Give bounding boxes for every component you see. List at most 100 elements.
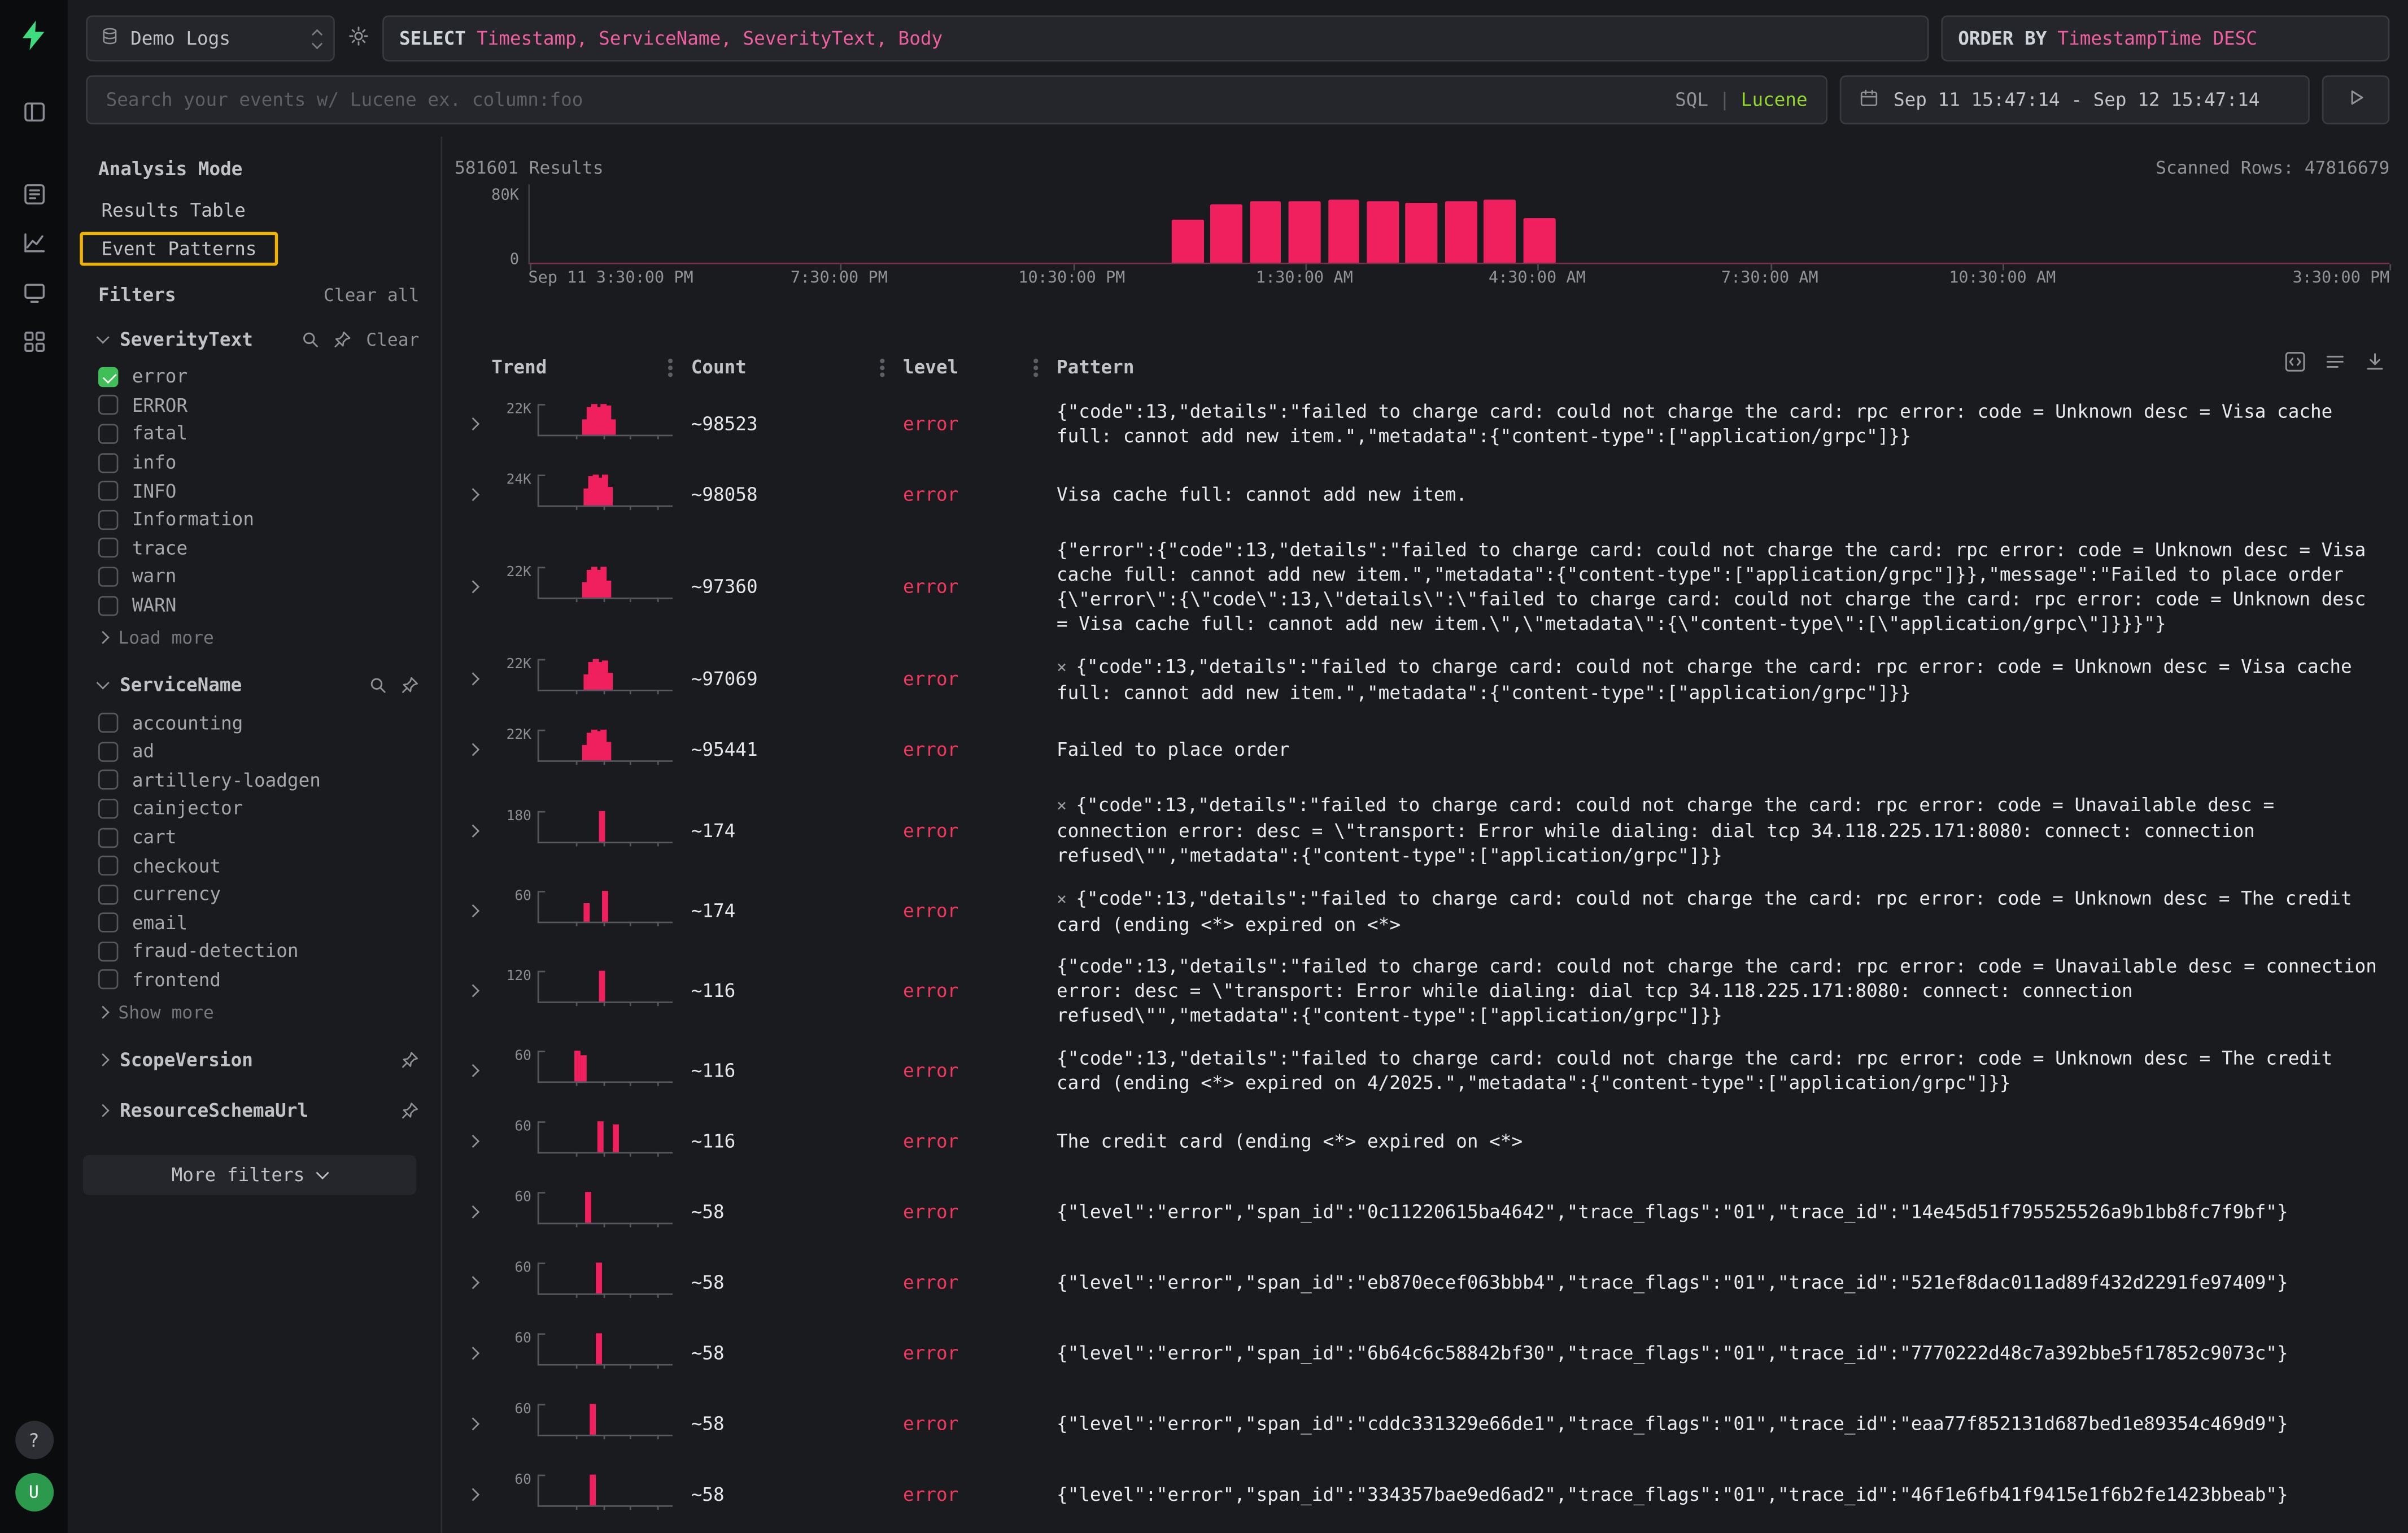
app-logo-bolt-icon[interactable]: [17, 19, 51, 53]
filter-option[interactable]: WARN: [98, 591, 425, 620]
show-more-button[interactable]: Show more: [98, 998, 425, 1027]
pattern-row[interactable]: 60~116errorThe credit card (ending <*> e…: [455, 1107, 2389, 1177]
analysis-mode-item[interactable]: Results Table: [80, 194, 267, 228]
search-icon[interactable]: [302, 330, 320, 349]
filter-option[interactable]: error: [98, 363, 425, 391]
pattern-row[interactable]: 22K~97069error×{"code":13,"details":"fai…: [455, 644, 2389, 715]
pattern-row[interactable]: 180~174error×{"code":13,"details":"faile…: [455, 785, 2389, 876]
histogram-bar[interactable]: [1171, 220, 1203, 263]
filter-group-header[interactable]: ScopeVersion: [98, 1043, 425, 1077]
row-expand-button[interactable]: [455, 987, 491, 996]
row-expand-button[interactable]: [455, 746, 491, 755]
histogram-bar[interactable]: [1445, 201, 1477, 263]
source-selector[interactable]: Demo Logs: [86, 15, 335, 62]
pattern-row[interactable]: 60~58error{"level":"error","span_id":"b9…: [455, 1531, 2389, 1533]
row-expand-button[interactable]: [455, 1208, 491, 1217]
row-expand-button[interactable]: [455, 490, 491, 499]
pin-icon[interactable]: [334, 330, 352, 349]
help-button[interactable]: ?: [15, 1421, 53, 1459]
sidebar-toggle-button[interactable]: [12, 92, 55, 135]
search-input[interactable]: Search your events w/ Lucene ex. column:…: [86, 75, 1827, 124]
results-histogram[interactable]: 80K 0: [455, 184, 2389, 264]
checkbox-icon[interactable]: [98, 942, 118, 961]
histogram-bar[interactable]: [1523, 219, 1555, 263]
pattern-row[interactable]: 22K~98523error{"code":13,"details":"fail…: [455, 389, 2389, 459]
more-filters-button[interactable]: More filters: [83, 1156, 416, 1196]
source-settings-button[interactable]: [347, 25, 370, 53]
checkbox-icon[interactable]: [98, 913, 118, 933]
analysis-mode-item[interactable]: Event Patterns: [80, 232, 278, 266]
row-expand-button[interactable]: [455, 1349, 491, 1358]
pattern-row[interactable]: 24K~98058errorVisa cache full: cannot ad…: [455, 459, 2389, 530]
search-icon[interactable]: [369, 676, 387, 695]
checkbox-icon[interactable]: [98, 742, 118, 761]
checkbox-icon[interactable]: [98, 567, 118, 586]
filter-option[interactable]: accounting: [98, 709, 425, 738]
pattern-row[interactable]: 120~116error{"code":13,"details":"failed…: [455, 947, 2389, 1036]
checkbox-icon[interactable]: [98, 452, 118, 472]
pattern-row[interactable]: 60~174error×{"code":13,"details":"failed…: [455, 876, 2389, 947]
checkbox-icon[interactable]: [98, 538, 118, 558]
checkbox-icon[interactable]: [98, 827, 118, 847]
nav-sessions-button[interactable]: [12, 273, 55, 316]
checkbox-icon[interactable]: [98, 799, 118, 818]
clear-filter-button[interactable]: Clear: [366, 329, 419, 350]
row-expand-button[interactable]: [455, 675, 491, 684]
filter-group-header[interactable]: SeverityTextClear: [98, 323, 425, 356]
pattern-row[interactable]: 60~58error{"level":"error","span_id":"0c…: [455, 1177, 2389, 1248]
checkbox-icon[interactable]: [98, 713, 118, 733]
checkbox-icon[interactable]: [98, 856, 118, 876]
pattern-row[interactable]: 60~116error{"code":13,"details":"failed …: [455, 1036, 2389, 1107]
column-resize-handle[interactable]: [1033, 365, 1038, 369]
row-expand-button[interactable]: [455, 582, 491, 591]
sql-mode-toggle[interactable]: SQL: [1675, 89, 1708, 111]
row-expand-button[interactable]: [455, 907, 491, 916]
filter-option[interactable]: fatal: [98, 420, 425, 448]
clear-all-filters-button[interactable]: Clear all: [324, 284, 425, 306]
column-header-count[interactable]: Count: [691, 356, 747, 378]
row-expand-button[interactable]: [455, 1279, 491, 1288]
row-expand-button[interactable]: [455, 826, 491, 835]
checkbox-icon[interactable]: [98, 595, 118, 615]
nav-chart-button[interactable]: [12, 224, 55, 267]
user-avatar[interactable]: U: [15, 1473, 53, 1512]
filter-group-header[interactable]: ServiceName: [98, 669, 425, 703]
show-more-button[interactable]: Load more: [98, 622, 425, 652]
histogram-bar[interactable]: [1289, 201, 1321, 263]
filter-option[interactable]: warn: [98, 563, 425, 591]
pattern-row[interactable]: 60~58error{"level":"error","span_id":"6b…: [455, 1318, 2389, 1389]
filter-option[interactable]: INFO: [98, 477, 425, 506]
filter-option[interactable]: frontend: [98, 966, 425, 995]
checkbox-checked-icon[interactable]: [98, 367, 118, 386]
download-button[interactable]: [2363, 350, 2387, 373]
run-query-button[interactable]: [2322, 75, 2390, 124]
filter-option[interactable]: email: [98, 909, 425, 938]
column-resize-handle[interactable]: [668, 365, 673, 369]
pattern-row[interactable]: 60~58error{"level":"error","span_id":"eb…: [455, 1248, 2389, 1318]
filter-option[interactable]: ad: [98, 737, 425, 766]
pattern-row[interactable]: 60~58error{"level":"error","span_id":"33…: [455, 1460, 2389, 1531]
row-expand-button[interactable]: [455, 1491, 491, 1500]
filter-option[interactable]: fraud-detection: [98, 937, 425, 966]
checkbox-icon[interactable]: [98, 424, 118, 444]
filter-option[interactable]: checkout: [98, 851, 425, 880]
column-config-button[interactable]: [2284, 350, 2307, 373]
row-expand-button[interactable]: [455, 1066, 491, 1075]
pin-icon[interactable]: [401, 1051, 420, 1070]
select-clause-input[interactable]: SELECTTimestamp, ServiceName, SeverityTe…: [382, 15, 1929, 62]
checkbox-icon[interactable]: [98, 885, 118, 904]
row-expand-button[interactable]: [455, 419, 491, 428]
histogram-bar[interactable]: [1210, 204, 1242, 263]
filter-group-header[interactable]: ResourceSchemaUrl: [98, 1094, 425, 1128]
histogram-bar[interactable]: [1250, 201, 1282, 263]
lucene-mode-toggle[interactable]: Lucene: [1741, 89, 1808, 111]
row-expand-button[interactable]: [455, 1138, 491, 1147]
histogram-bar[interactable]: [1484, 199, 1516, 263]
checkbox-icon[interactable]: [98, 395, 118, 415]
pin-icon[interactable]: [401, 676, 420, 695]
filter-option[interactable]: info: [98, 448, 425, 477]
checkbox-icon[interactable]: [98, 481, 118, 501]
checkbox-icon[interactable]: [98, 509, 118, 529]
pattern-row[interactable]: 22K~95441errorFailed to place order: [455, 715, 2389, 785]
pattern-row[interactable]: 60~58error{"level":"error","span_id":"cd…: [455, 1390, 2389, 1460]
